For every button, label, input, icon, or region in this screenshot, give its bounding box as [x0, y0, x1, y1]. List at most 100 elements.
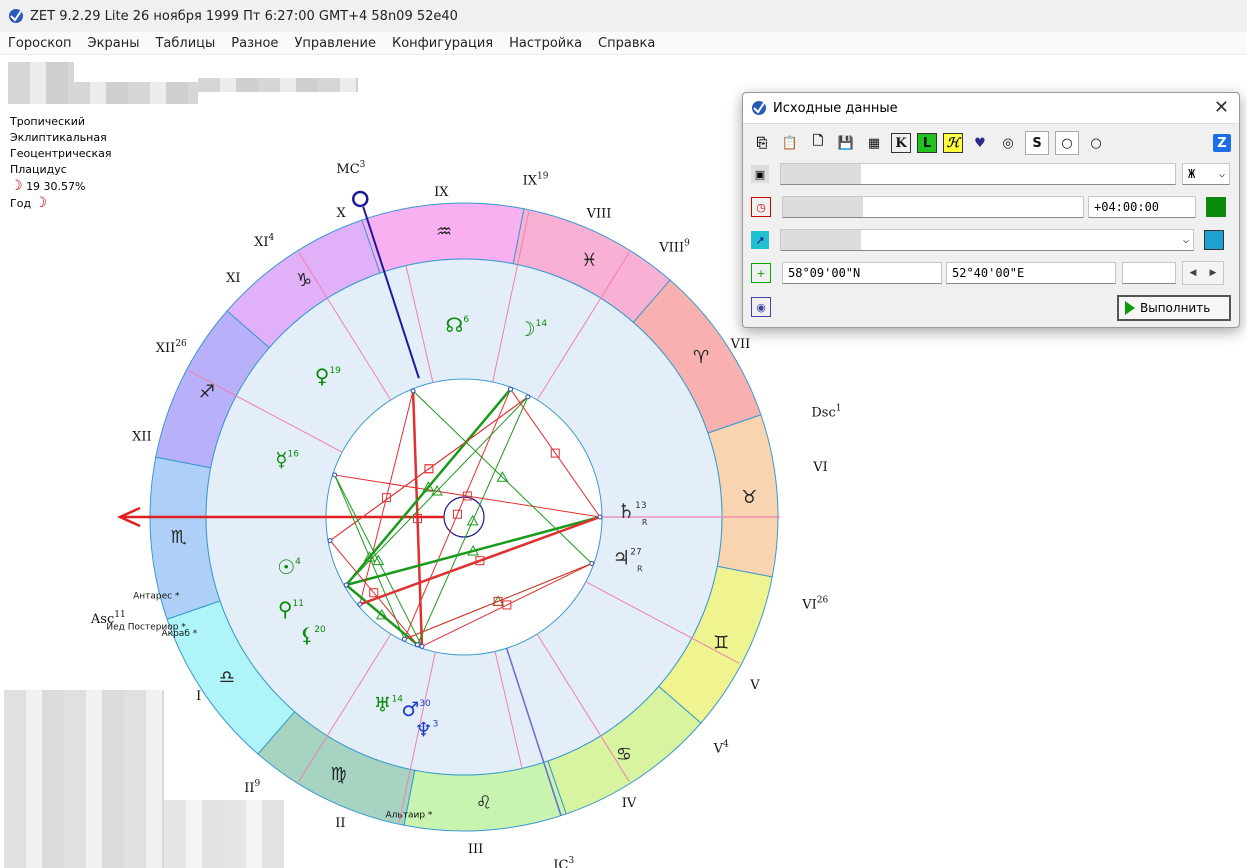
latitude-value: 58°09'00"N [788, 266, 861, 280]
house-label: MC3 [336, 160, 365, 177]
redacted-details-2 [198, 78, 358, 92]
longitude-field[interactable]: 52°40'00"E [946, 262, 1116, 284]
app-logo-icon [9, 9, 23, 23]
planet-point [410, 388, 416, 394]
zodiac-sign-glyph: ♈ [693, 347, 709, 368]
house-label-degree: 4 [723, 740, 729, 750]
house-label: XI4 [254, 233, 274, 250]
fixed-star-label: Йед Постериор * [106, 620, 186, 632]
chevron-down-icon: ⌵ [1218, 168, 1225, 180]
place-field[interactable]: ⌵ [780, 229, 1194, 251]
planet-degree: 4 [295, 557, 301, 567]
house-label: VIII9 [658, 239, 690, 256]
zodiac-sign-glyph: ♌ [476, 792, 492, 813]
h-button[interactable]: ℋ [943, 133, 963, 153]
house-label-degree: 3 [360, 160, 366, 170]
play-icon [1125, 301, 1135, 315]
planet-degree: 30 [419, 699, 431, 709]
house-label-degree: 3 [568, 856, 574, 866]
timezone-field[interactable]: +04:00:00 [1088, 196, 1196, 218]
l-button[interactable]: L [917, 133, 937, 153]
moon-icon: ☽ [10, 178, 23, 194]
spin-left-icon[interactable]: ◀ [1183, 262, 1203, 284]
place-row: ↗ ⌵ [751, 227, 1231, 253]
planet-point [589, 561, 595, 567]
place-chevron-icon: ⌵ [1182, 234, 1189, 246]
latitude-field[interactable]: 58°09'00"N [782, 262, 942, 284]
menu-horoscope[interactable]: Гороскоп [0, 36, 80, 51]
close-icon[interactable]: ✕ [1214, 97, 1229, 118]
name-field[interactable] [780, 163, 1176, 185]
dialog-logo-icon [752, 101, 766, 115]
menu-settings[interactable]: Настройка [501, 36, 590, 51]
house-label: IX [434, 185, 449, 200]
retrograde-marker: R [642, 518, 648, 527]
horoscope-wheel[interactable]: ♏♎♍♌♋♊♉♈♓♒♑♐XIIXII26XIXI4XMC3IXIX19VIIIV… [60, 160, 840, 868]
table-icon[interactable]: ▦ [863, 132, 885, 154]
spin-right-icon[interactable]: ▶ [1203, 262, 1223, 284]
coordinate-type: Эклиптикальная [10, 131, 107, 144]
planet-point [597, 514, 603, 520]
planet-degree: 6 [463, 315, 469, 325]
heart-icon[interactable]: ♥ [969, 132, 991, 154]
house-label: VI [812, 460, 828, 475]
source-data-dialog: Исходные данные ✕ ⎘ 📋 🗋 💾 ▦ K L ℋ ♥ ◎ S … [742, 92, 1240, 328]
menu-control[interactable]: Управление [286, 36, 384, 51]
person-icon: ▣ [751, 165, 769, 183]
planet-degree: 19 [329, 366, 341, 376]
color-swatch[interactable] [1206, 197, 1226, 217]
house-label: III [468, 842, 483, 857]
menu-tables[interactable]: Таблицы [147, 36, 223, 51]
circle-button[interactable]: ○ [1085, 132, 1107, 154]
planet-point [414, 642, 420, 648]
planet-degree: 14 [392, 694, 404, 704]
house-label: Dsc11 [811, 403, 840, 420]
menu-misc[interactable]: Разное [223, 36, 286, 51]
house-label: IX19 [523, 172, 549, 189]
circle-dot-button[interactable]: ○ [1055, 131, 1079, 155]
retrograde-marker: R [637, 565, 643, 574]
house-label: IC3 [553, 856, 574, 868]
zodiac-sign-glyph: ♍ [331, 764, 347, 785]
house-label: VIII [586, 207, 612, 222]
zodiac-sign-glyph: ♎ [219, 667, 235, 688]
planet-degree: 14 [536, 319, 548, 329]
save-icon[interactable]: 💾 [835, 132, 857, 154]
new-document-icon[interactable]: 🗋 [807, 132, 829, 154]
copy-icon[interactable]: ⎘ [751, 132, 773, 154]
fixed-star-label: Альтаир * [386, 810, 433, 820]
z-button[interactable]: Z [1213, 134, 1231, 152]
map-icon: ↗ [751, 231, 769, 249]
run-button[interactable]: Выполнить [1117, 295, 1231, 321]
zodiac-sign-glyph: ♑ [296, 270, 312, 291]
target-icon[interactable]: ◎ [997, 132, 1019, 154]
atlas-icon[interactable] [1204, 230, 1224, 250]
house-label: XI [226, 271, 240, 286]
dialog-title: Исходные данные [773, 100, 898, 116]
menu-configuration[interactable]: Конфигурация [384, 36, 501, 51]
zodiac-sign-glyph: ♉ [741, 487, 757, 508]
datetime-field[interactable] [782, 196, 1084, 218]
house-label: II9 [244, 779, 260, 796]
extra-field[interactable] [1122, 262, 1176, 284]
paste-icon[interactable]: 📋 [779, 132, 801, 154]
house-label: XII26 [156, 339, 187, 356]
zodiac-type: Тропический [10, 115, 86, 128]
house-label-degree: 4 [268, 233, 274, 243]
fixed-star-label: Антарес * [133, 592, 180, 602]
house-label: I [196, 689, 201, 704]
globe-icon[interactable]: ◉ [751, 297, 771, 317]
s-button[interactable]: S [1025, 131, 1049, 155]
planet-point [525, 394, 531, 400]
coordinates-row: + 58°09'00"N 52°40'00"E ◀ ▶ [751, 260, 1231, 286]
menu-bar: Гороскоп Экраны Таблицы Разное Управлени… [0, 32, 1247, 55]
window-title: ZET 9.2.29 Lite 26 ноября 1999 Пт 6:27:0… [30, 8, 458, 24]
year-label: Год [10, 197, 32, 210]
menu-help[interactable]: Справка [590, 36, 663, 51]
spin-control[interactable]: ◀ ▶ [1182, 261, 1224, 285]
house-label: XII [132, 430, 152, 445]
k-button[interactable]: K [891, 133, 911, 153]
menu-screens[interactable]: Экраны [80, 36, 148, 51]
gender-select[interactable]: Ж ⌵ [1182, 163, 1230, 185]
house-label-degree: 9 [254, 779, 260, 789]
